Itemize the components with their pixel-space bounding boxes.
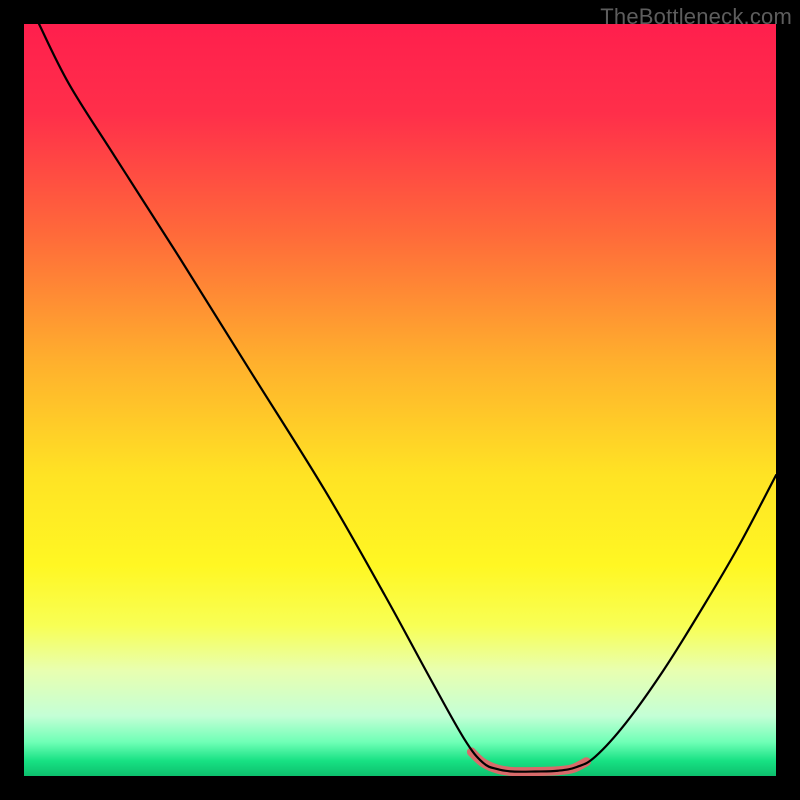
chart-frame: TheBottleneck.com	[0, 0, 800, 800]
bottleneck-chart	[24, 24, 776, 776]
plot-area	[24, 24, 776, 776]
heatmap-gradient	[24, 24, 776, 776]
watermark-text: TheBottleneck.com	[600, 4, 792, 30]
